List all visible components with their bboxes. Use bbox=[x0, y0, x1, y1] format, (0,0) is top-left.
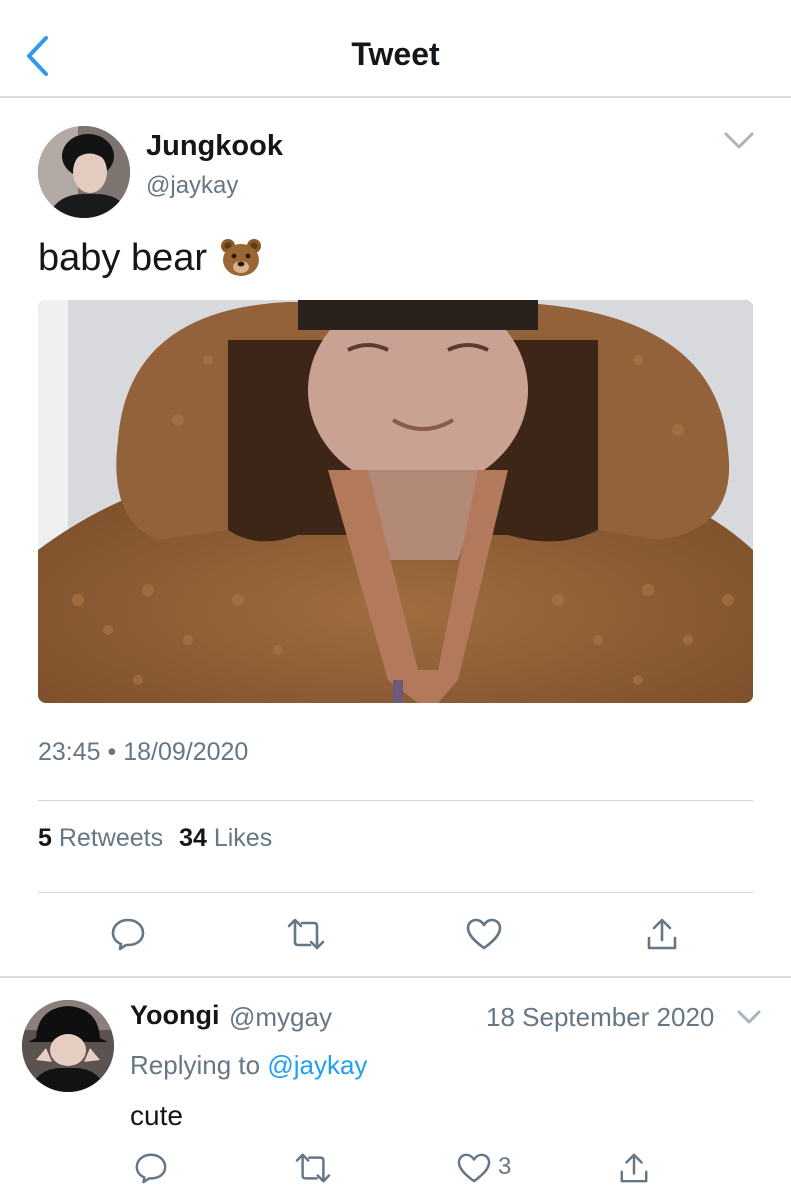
likes-count: 34 bbox=[179, 824, 207, 852]
divider bbox=[38, 892, 753, 893]
likes-stat[interactable]: 34 Likes bbox=[179, 824, 272, 852]
replying-to: Replying to @jaykay bbox=[130, 1050, 367, 1081]
tweet-media-image[interactable] bbox=[38, 300, 753, 703]
tweet-action-bar bbox=[0, 912, 791, 958]
reply-reply-button[interactable] bbox=[129, 1146, 173, 1190]
page-title: Tweet bbox=[351, 36, 440, 72]
tweet-options-button[interactable] bbox=[722, 128, 756, 154]
chevron-down-icon bbox=[737, 1010, 761, 1024]
reply-like-button[interactable] bbox=[452, 1146, 496, 1190]
author-avatar[interactable] bbox=[38, 126, 130, 218]
reply-text: cute bbox=[130, 1100, 183, 1131]
reply-author-name[interactable]: Yoongi bbox=[130, 1000, 219, 1031]
reply-author-handle[interactable]: @mygay bbox=[229, 1002, 332, 1033]
share-icon bbox=[647, 918, 677, 950]
comment-icon bbox=[135, 1153, 167, 1184]
heart-icon bbox=[466, 918, 502, 950]
tweet-text-content: baby bear bbox=[38, 236, 208, 279]
likes-label: Likes bbox=[213, 824, 273, 852]
reply-retweet-button[interactable] bbox=[291, 1146, 335, 1190]
like-button[interactable] bbox=[462, 912, 506, 956]
reply-options-button[interactable] bbox=[736, 1008, 762, 1028]
comment-icon bbox=[111, 918, 145, 951]
reply-share-button[interactable] bbox=[612, 1146, 656, 1190]
retweet-icon bbox=[295, 1153, 331, 1183]
reply-date: 18 September 2020 bbox=[486, 1002, 715, 1032]
heart-icon bbox=[457, 1153, 491, 1183]
tweet-timestamp: 23:45 • 18/09/2020 bbox=[38, 738, 249, 766]
divider bbox=[0, 976, 791, 978]
author-handle[interactable]: @jaykay bbox=[146, 172, 238, 200]
divider bbox=[38, 800, 753, 801]
tweet-stats: 5 Retweets 34 Likes bbox=[38, 824, 272, 853]
replying-to-prefix: Replying to bbox=[130, 1050, 261, 1080]
reply-like-count: 3 bbox=[498, 1153, 512, 1180]
top-bar: Tweet bbox=[0, 0, 791, 98]
tweet-detail-page: Tweet Jungkook @jaykay baby bear 23:45 •… bbox=[0, 0, 791, 1200]
bear-face-icon bbox=[219, 236, 263, 280]
author-name[interactable]: Jungkook bbox=[146, 130, 283, 163]
reply-button[interactable] bbox=[106, 912, 150, 956]
retweets-count: 5 bbox=[38, 824, 52, 852]
tweet-text: baby bear bbox=[38, 236, 263, 280]
reply-author-avatar[interactable] bbox=[22, 1000, 114, 1092]
retweets-label: Retweets bbox=[58, 824, 164, 852]
chevron-down-icon bbox=[724, 132, 754, 149]
share-icon bbox=[620, 1153, 648, 1183]
replying-to-handle-link[interactable]: @jaykay bbox=[267, 1050, 367, 1080]
retweets-stat[interactable]: 5 Retweets bbox=[38, 824, 163, 852]
retweet-button[interactable] bbox=[284, 912, 328, 956]
share-button[interactable] bbox=[640, 912, 684, 956]
retweet-icon bbox=[287, 918, 325, 950]
